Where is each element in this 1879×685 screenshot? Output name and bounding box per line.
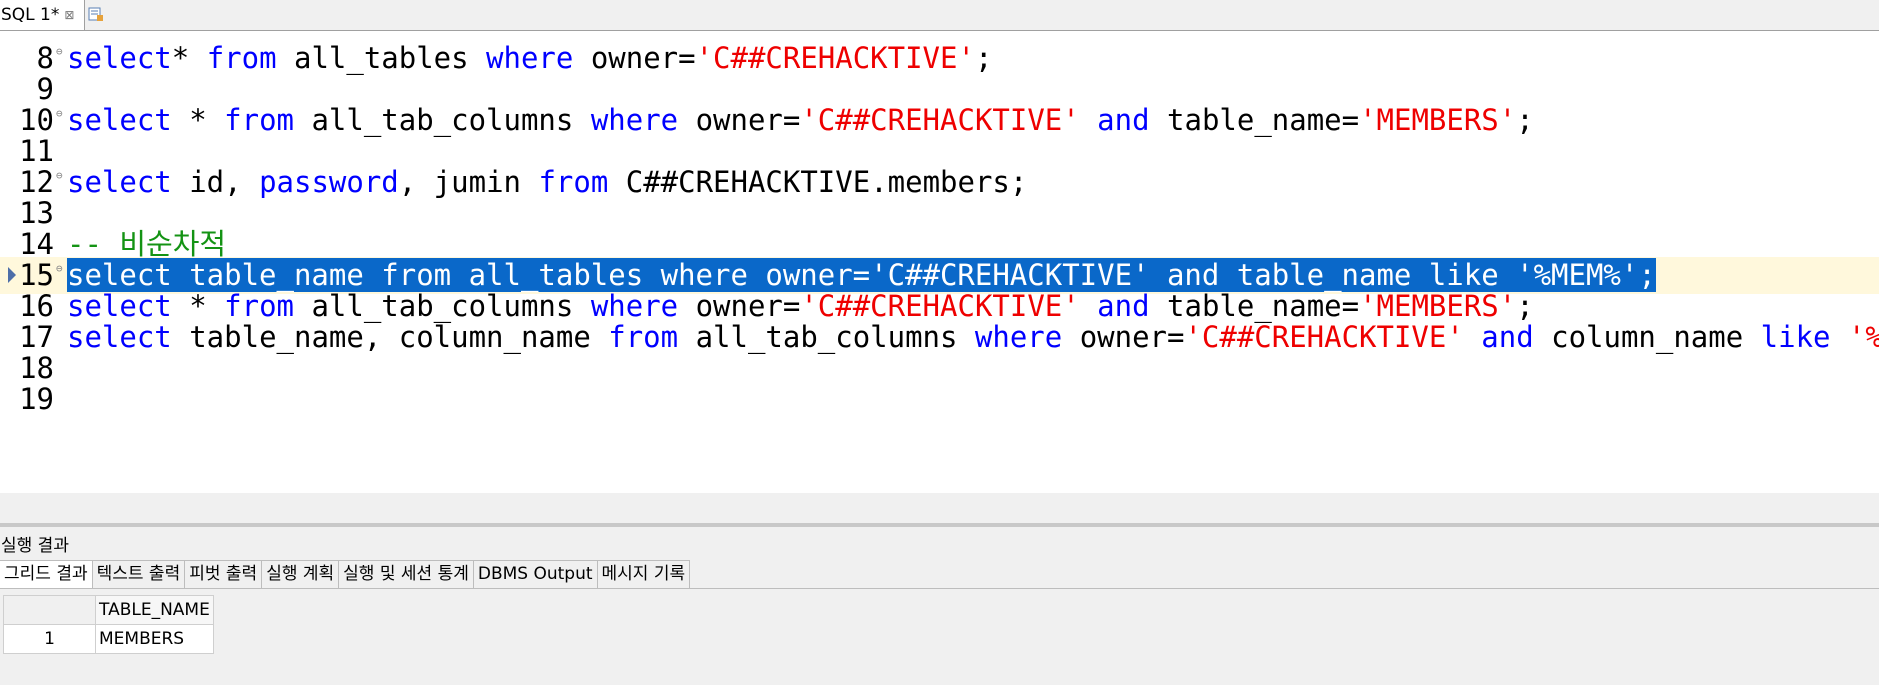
sql-keyword: from: [206, 41, 277, 75]
sql-text: owner=: [573, 41, 696, 75]
fold-icon[interactable]: ⊖: [56, 170, 63, 181]
sql-text: all_tab_columns: [294, 103, 591, 137]
tab-label: SQL 1*: [1, 5, 60, 25]
code-line[interactable]: 19: [0, 381, 1879, 418]
close-icon[interactable]: ⊠: [64, 8, 74, 22]
sql-keyword: where: [590, 289, 679, 323]
current-line-arrow-icon: [8, 267, 16, 283]
sql-keyword: where: [486, 41, 574, 75]
sql-keyword: password: [259, 165, 399, 199]
tab-result-2[interactable]: 피벗 출력: [185, 561, 263, 588]
sql-text: *: [171, 41, 207, 75]
editor-tabstrip: SQL 1* ⊠: [0, 0, 1879, 31]
fold-icon[interactable]: ⊖: [56, 263, 63, 274]
tab-result-6[interactable]: 메시지 기록: [597, 561, 691, 588]
sql-keyword: and: [1097, 289, 1150, 323]
sql-text: all_tab_columns: [294, 289, 591, 323]
sql-keyword: like: [1760, 320, 1831, 354]
sql-string: 'C##CREHACKTIVE': [695, 41, 975, 75]
tab-result-4[interactable]: 실행 및 세션 통계: [339, 561, 474, 588]
sql-editor[interactable]: 8 ⊖ select* from all_tables where owner='C…: [0, 31, 1879, 493]
sql-text: owner=: [678, 103, 801, 137]
sql-string: 'C##CREHACKTIVE': [800, 103, 1080, 137]
sql-keyword: where: [590, 103, 679, 137]
sql-keyword: from: [538, 165, 609, 199]
sql-string: 'MEMBERS': [1359, 289, 1517, 323]
sql-text: , jumin: [398, 165, 539, 199]
sql-text: id,: [171, 165, 260, 199]
row-number: 1: [3, 624, 96, 654]
fold-icon[interactable]: ⊖: [56, 108, 63, 119]
sql-text: ;: [1516, 103, 1534, 137]
sql-string: 'MEMBERS': [1359, 103, 1517, 137]
sql-text: column_name: [1533, 320, 1761, 354]
sql-text: ;: [1516, 289, 1534, 323]
sql-keyword: select: [67, 320, 172, 354]
column-header[interactable]: TABLE_NAME: [95, 595, 214, 625]
tab-result-5[interactable]: DBMS Output: [473, 561, 598, 588]
sql-keyword: and: [1481, 320, 1534, 354]
sql-text: *: [171, 289, 225, 323]
table-row[interactable]: 1 MEMBERS: [3, 624, 214, 654]
tab-sql-1[interactable]: SQL 1* ⊠: [0, 0, 85, 30]
new-tab-icon[interactable]: [88, 6, 104, 22]
sql-keyword: where: [974, 320, 1063, 354]
sql-string: 'C##CREHACKTIVE': [1184, 320, 1464, 354]
fold-icon[interactable]: ⊖: [56, 46, 63, 57]
tab-result-3[interactable]: 실행 계획: [262, 561, 340, 588]
sql-text: all_tables: [276, 41, 487, 75]
line-number: 19: [19, 382, 54, 416]
sql-text: owner=: [678, 289, 801, 323]
sql-keyword: select: [67, 289, 172, 323]
sql-keyword: from: [224, 289, 294, 323]
row-number-header: [3, 595, 96, 625]
result-grid-area: TABLE_NAME 1 MEMBERS: [0, 588, 1879, 685]
sql-text: table_name=: [1149, 289, 1360, 323]
results-panel-title: 실행 결과: [1, 536, 69, 556]
sql-text: all_tab_columns: [678, 320, 975, 354]
sql-keyword: from: [224, 103, 294, 137]
sql-keyword: select: [67, 165, 172, 199]
selected-text: select table_name from all_tables where …: [67, 258, 1656, 292]
results-tabs: 그리드 결과 텍스트 출력 피벗 출력 실행 계획 실행 및 세션 통계 DBMS Out…: [0, 560, 691, 589]
tab-result-0[interactable]: 그리드 결과: [0, 561, 93, 588]
sql-text: ;: [974, 41, 993, 75]
sql-text: owner=: [1062, 320, 1185, 354]
sql-keyword: select: [67, 103, 172, 137]
sql-text: *: [171, 103, 225, 137]
sql-text: C##CREHACKTIVE.members;: [608, 165, 1028, 199]
sql-keyword: and: [1097, 103, 1150, 137]
table-cell[interactable]: MEMBERS: [95, 624, 214, 654]
sql-string: 'C##CREHACKTIVE': [800, 289, 1080, 323]
splitter[interactable]: [0, 523, 1879, 527]
tab-result-1[interactable]: 텍스트 출력: [92, 561, 186, 588]
result-grid: TABLE_NAME 1 MEMBERS: [3, 595, 214, 654]
sql-string: '%JUMIN%': [1847, 320, 1879, 354]
sql-text: table_name, column_name: [171, 320, 609, 354]
sql-text: table_name=: [1149, 103, 1360, 137]
sql-keyword: from: [608, 320, 679, 354]
sql-comment: -- 비순차적: [67, 227, 227, 261]
sql-keyword: select: [67, 41, 172, 75]
